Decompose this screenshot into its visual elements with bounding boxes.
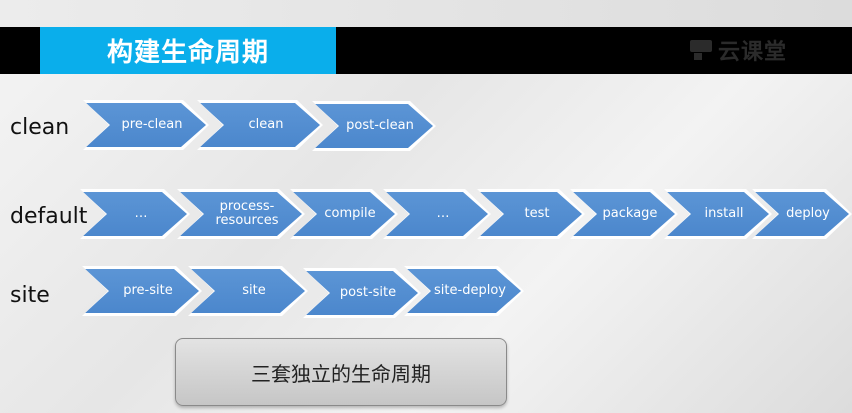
phase-label: process- resources (215, 199, 279, 228)
phase-label: deploy (786, 206, 830, 221)
phase-pre-clean: pre-clean (83, 100, 209, 150)
phase-label: clean (248, 117, 284, 132)
phase-post-clean: post-clean (312, 101, 436, 151)
phase-label: site (242, 283, 266, 298)
logo-text: 云课堂 (718, 40, 788, 65)
phase-compile: compile (290, 189, 398, 239)
title-box: 构建生命周期 (40, 27, 336, 74)
phase-test: test (477, 189, 585, 239)
phase-label: post-site (339, 285, 397, 300)
phase-label: site-deploy (434, 283, 506, 298)
phase-label: post-clean (346, 118, 414, 133)
slide-title: 构建生命周期 (106, 38, 269, 68)
phase-label: test (524, 206, 550, 221)
phase-label: install (704, 206, 744, 221)
phase-site-deploy: site-deploy (404, 266, 524, 316)
phase-process-resources: process- resources (177, 189, 305, 239)
phase-pre-site: pre-site (82, 266, 202, 316)
summary-text: 三套独立的生命周期 (251, 361, 431, 386)
phase-package: package (570, 189, 678, 239)
phase-label: pre-clean (121, 117, 183, 132)
phase-install: install (664, 189, 772, 239)
logo-icon (690, 40, 712, 60)
phase-label: … (134, 206, 148, 221)
row-label-clean: clean (10, 115, 70, 140)
phase-site: site (188, 266, 308, 316)
top-strip (0, 0, 852, 27)
logo: 云课堂 (690, 34, 787, 66)
phase-post-site: post-site (303, 268, 421, 318)
row-label-site: site (10, 283, 50, 308)
phase-label: compile (324, 206, 376, 221)
phase-label: … (436, 206, 450, 221)
phase-label: package (602, 206, 658, 221)
phase-ellipsis-1: … (80, 189, 190, 239)
summary-box: 三套独立的生命周期 (175, 338, 507, 406)
phase-clean: clean (197, 100, 323, 150)
phase-ellipsis-2: … (383, 189, 491, 239)
row-label-default: default (10, 204, 88, 229)
phase-label: pre-site (123, 283, 173, 298)
